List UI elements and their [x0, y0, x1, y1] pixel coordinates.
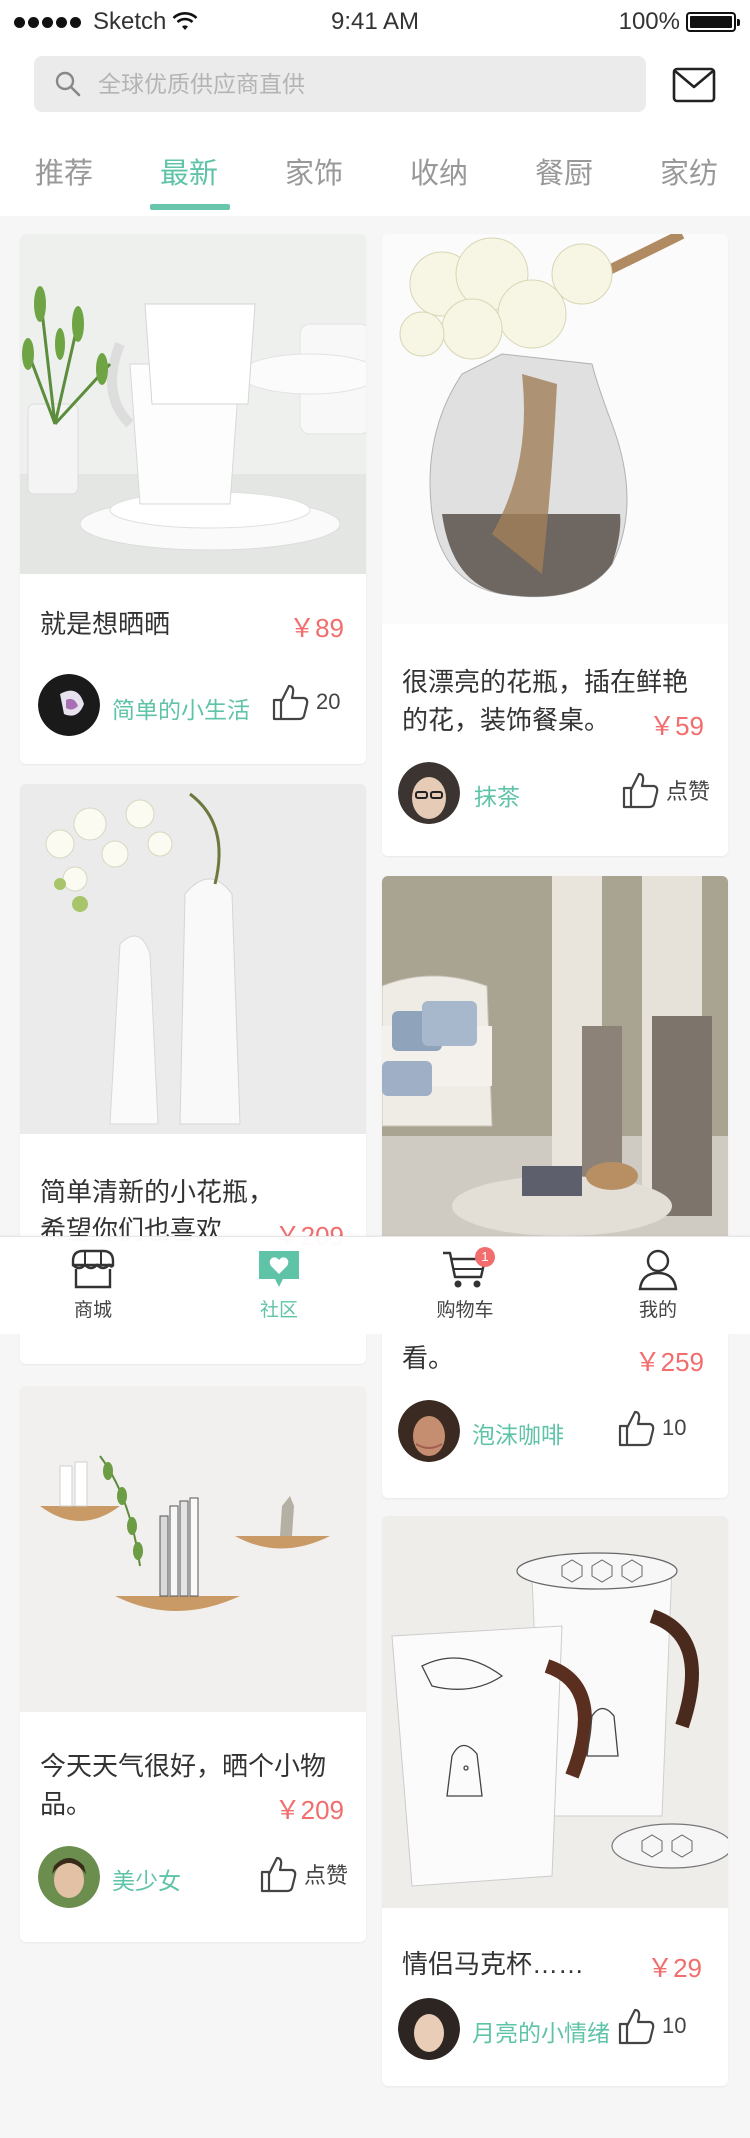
tab-storage[interactable]: 收纳 [389, 150, 489, 192]
post-card[interactable]: 就是想晒晒 ￥89 简单的小生活 20 [20, 234, 366, 764]
header: 推荐 最新 家饰 收纳 餐厨 家纺 [0, 44, 750, 216]
post-card[interactable]: 看。 ￥259 泡沫咖啡 10 [382, 876, 728, 1498]
thumbs-up-icon [272, 684, 309, 721]
like-button[interactable]: 10 [616, 1408, 686, 1448]
post-photo [382, 876, 728, 1236]
post-title: 情侣马克杯…… [402, 1949, 585, 1979]
post-title-line-2: 的花，装饰餐桌。 [402, 705, 611, 735]
like-button[interactable]: 20 [270, 682, 340, 722]
thumbs-up-icon [618, 1410, 655, 1447]
avatar[interactable] [38, 1846, 100, 1908]
username[interactable]: 美少女 [112, 1862, 181, 1896]
post-title: 就是想晒晒 [40, 609, 171, 639]
post-photo [382, 1516, 728, 1908]
tab-home-decor[interactable]: 家饰 [264, 150, 364, 192]
post-title-line-2: 品。 [40, 1789, 93, 1819]
tab-label: 商城 [73, 1300, 112, 1321]
thumbs-up-icon [618, 2008, 655, 2045]
search-bar[interactable] [34, 56, 646, 112]
mail-icon[interactable] [672, 66, 716, 104]
username[interactable]: 月亮的小情绪 [472, 2014, 610, 2048]
post-price: ￥59 [649, 711, 704, 741]
tab-profile[interactable]: 我的 [598, 1247, 718, 1322]
post-price: ￥89 [289, 613, 344, 643]
battery-percent: 100% [618, 8, 680, 35]
post-title-line-1: 很漂亮的花瓶，插在鲜艳 [402, 667, 689, 697]
thumbs-up-icon [260, 1856, 297, 1893]
battery-icon [686, 12, 740, 32]
like-button[interactable]: 点赞 [620, 770, 710, 810]
tab-recommend[interactable]: 推荐 [14, 150, 114, 192]
tab-latest[interactable]: 最新 [139, 150, 239, 192]
like-count: 20 [316, 689, 341, 714]
like-label: 点赞 [304, 1863, 349, 1888]
post-card[interactable]: 今天天气很好，晒个小物 品。 ￥209 美少女 点赞 [20, 1386, 366, 1942]
post-photo [20, 1386, 366, 1712]
post-card[interactable]: 情侣马克杯…… ￥29 月亮的小情绪 10 [382, 1516, 728, 2086]
search-icon [55, 71, 81, 97]
username[interactable]: 泡沫咖啡 [472, 1416, 564, 1450]
user-icon [638, 1249, 678, 1291]
post-price: ￥259 [634, 1347, 704, 1377]
avatar[interactable] [398, 1400, 460, 1462]
tab-label: 社区 [259, 1300, 298, 1321]
tab-textiles[interactable]: 家纺 [639, 150, 739, 192]
post-photo [382, 234, 728, 624]
avatar[interactable] [38, 674, 100, 736]
tab-label: 我的 [638, 1300, 677, 1321]
like-count: 10 [662, 1415, 687, 1440]
category-tabs: 推荐 最新 家饰 收纳 餐厨 家纺 [0, 140, 750, 216]
username[interactable]: 简单的小生活 [112, 691, 250, 725]
tab-label: 购物车 [436, 1300, 494, 1321]
avatar[interactable] [398, 1998, 460, 2060]
search-input[interactable] [98, 70, 598, 98]
status-right: 100% [618, 8, 740, 36]
like-count: 10 [662, 2013, 687, 2038]
post-title-line-1: 简单清新的小花瓶， [40, 1177, 275, 1207]
like-label: 点赞 [666, 779, 711, 804]
post-title-line-2: 看。 [402, 1343, 455, 1373]
like-button[interactable]: 点赞 [258, 1854, 348, 1894]
post-title-line-1: 今天天气很好，晒个小物 [40, 1751, 327, 1781]
post-photo [20, 784, 366, 1134]
tab-community[interactable]: 社区 [219, 1247, 339, 1322]
post-price: ￥209 [274, 1795, 344, 1825]
post-price: ￥29 [647, 1953, 702, 1983]
active-tab-indicator [150, 204, 230, 210]
tab-kitchen[interactable]: 餐厨 [514, 150, 614, 192]
store-icon [71, 1249, 115, 1289]
cart-badge: 1 [475, 1247, 495, 1267]
thumbs-up-icon [622, 772, 659, 809]
status-bar: Sketch 9:41 AM 100% [0, 0, 750, 44]
post-photo [20, 234, 366, 574]
tab-cart[interactable]: 1 购物车 [405, 1247, 525, 1322]
community-chat-icon [259, 1251, 299, 1287]
username[interactable]: 抹茶 [474, 778, 520, 812]
avatar[interactable] [398, 762, 460, 824]
bottom-tab-bar: 商城 社区 1 购物车 我的 [0, 1236, 750, 1334]
post-card[interactable]: 很漂亮的花瓶，插在鲜艳 的花，装饰餐桌。 ￥59 抹茶 点赞 [382, 234, 728, 856]
tab-store[interactable]: 商城 [33, 1247, 153, 1322]
like-button[interactable]: 10 [616, 2006, 686, 2046]
